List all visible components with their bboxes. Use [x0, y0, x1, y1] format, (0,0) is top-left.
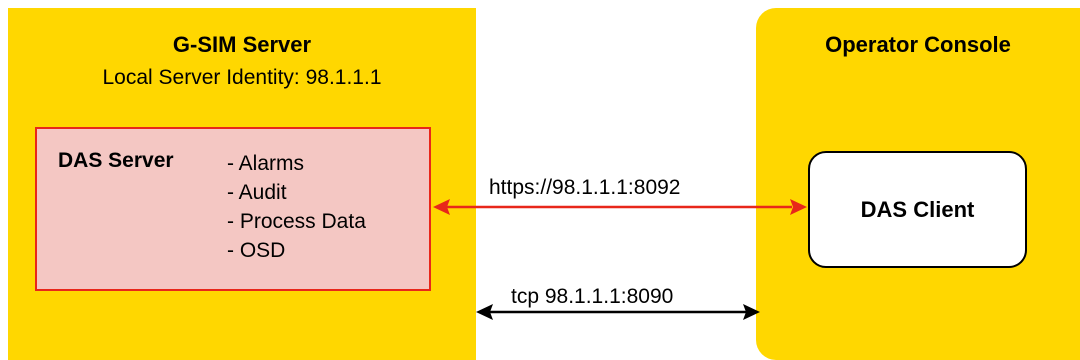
- connection-arrows: [433, 199, 807, 320]
- https-connection-arrow: [433, 199, 807, 215]
- https-arrowhead-right: [790, 199, 807, 215]
- tcp-connection-arrow: [476, 304, 760, 320]
